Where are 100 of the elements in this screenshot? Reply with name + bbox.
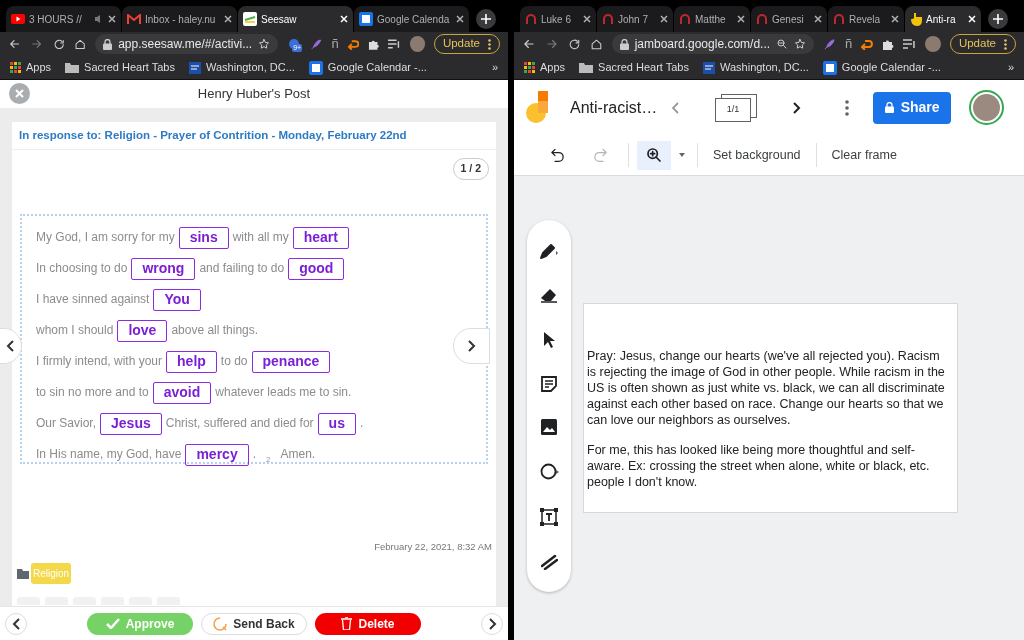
note-paragraph: Pray: Jesus, change our hearts (we've all rejected you). Racism is rejecting the image of God in other people. While racism in the US is often shown as just white vs. black, we can all discriminate against each other based on race. Change our hearts so that we can love our neighbors as ourselves. (587, 348, 946, 428)
browser-tab[interactable]: Seesaw (238, 6, 353, 32)
kebab-menu-icon (1004, 38, 1007, 50)
share-button[interactable]: Share (873, 91, 952, 124)
profile-avatar[interactable] (409, 36, 425, 52)
more-bookmarks[interactable]: » (1007, 59, 1014, 76)
back-icon[interactable] (8, 37, 22, 51)
jamboard-logo-icon (526, 91, 548, 124)
browser-tab[interactable]: 3 HOURS // (6, 6, 121, 32)
sticky-note[interactable] (583, 303, 958, 513)
forward-icon[interactable] (30, 37, 44, 51)
extension-glyph[interactable]: ñ (845, 34, 853, 54)
more-bookmarks[interactable]: » (491, 59, 498, 76)
star-icon[interactable] (258, 38, 271, 50)
close-icon[interactable] (737, 15, 745, 23)
browser-tab[interactable]: Google Calenda (354, 6, 469, 32)
browser-tab[interactable]: Inbox - haley.nu (122, 6, 237, 32)
caret-icon[interactable] (679, 153, 685, 157)
bookmark[interactable]: Washington, DC... (703, 59, 809, 76)
reload-icon[interactable] (52, 37, 65, 51)
playlist-icon[interactable] (903, 38, 916, 50)
new-tab-button[interactable] (988, 9, 1008, 29)
text-box-icon[interactable] (540, 507, 558, 526)
note-paragraph: For me, this has looked like being more thoughtful and self-aware. Ex: crossing the street when alone, white or black, etc. people I don't know. (587, 442, 931, 490)
reload-icon[interactable] (567, 37, 581, 51)
toolbar-action-button[interactable]: Set background (698, 145, 816, 165)
browser-tab[interactable]: Genesi (751, 6, 827, 32)
profile-avatar[interactable] (925, 36, 941, 52)
next-page-button[interactable] (453, 328, 490, 364)
playlist-icon[interactable] (388, 38, 401, 50)
arc-favicon-icon (602, 13, 614, 25)
tab-title: Revela (849, 12, 882, 27)
extension-glyph[interactable]: ñ (331, 34, 339, 54)
back-icon[interactable] (522, 37, 536, 51)
zoom-button[interactable] (637, 140, 671, 170)
chevron-left-icon[interactable] (671, 101, 680, 114)
home-icon[interactable] (589, 37, 603, 51)
tab-title: Seesaw (261, 12, 298, 27)
send-back-button[interactable]: Send Back (201, 612, 307, 635)
bookmark[interactable]: Sacred Heart Tabs (579, 59, 689, 76)
chevron-right-icon[interactable] (793, 101, 802, 114)
post-timestamp: February 22, 2021, 8:32 AM (374, 539, 492, 554)
apps-grid-icon (10, 62, 21, 73)
feather-icon[interactable] (823, 37, 836, 51)
close-icon[interactable] (660, 15, 668, 23)
browser-tab[interactable]: Luke 6 (520, 6, 596, 32)
undo-arrow-extension-icon[interactable] (347, 38, 360, 50)
answer-word-box: love (117, 319, 168, 342)
bookmark[interactable]: Apps (10, 59, 52, 76)
account-avatar[interactable] (969, 90, 1005, 125)
bookmark[interactable]: Google Calendar -... (308, 59, 427, 76)
delete-button[interactable]: Delete (315, 612, 421, 635)
bookmark[interactable]: Sacred Heart Tabs (65, 59, 175, 76)
answer-word-box: wrong (131, 257, 196, 280)
puzzle-icon[interactable] (882, 38, 895, 50)
chevron-right-icon (487, 617, 497, 630)
answer-word-box: penance (251, 350, 331, 373)
address-bar[interactable]: app.seesaw.me/#/activi... (95, 34, 279, 54)
worksheet-text: Our Savior, (36, 414, 97, 432)
close-icon[interactable] (456, 15, 464, 23)
newspaper-favicon-icon (703, 61, 715, 74)
home-icon[interactable] (73, 37, 87, 51)
browser-tab[interactable]: Anti-ra (905, 6, 981, 32)
tab-title: Google Calenda (377, 12, 451, 27)
more-options-icon[interactable] (845, 99, 850, 116)
worksheet-text: to do (220, 352, 248, 370)
sticky-note-icon[interactable] (541, 375, 557, 392)
bookmark[interactable]: Google Calendar -... (822, 59, 941, 76)
board-title[interactable]: Anti-racist… (570, 95, 658, 120)
browser-tab[interactable]: Matthe (674, 6, 750, 32)
close-icon[interactable] (224, 15, 232, 23)
pointer-icon[interactable] (542, 331, 556, 349)
browser-tab[interactable]: Revela (828, 6, 904, 32)
close-icon[interactable] (891, 15, 899, 23)
star-icon[interactable] (794, 38, 807, 50)
answer-word-box: heart (292, 226, 349, 249)
image-icon[interactable] (541, 419, 557, 436)
bookmark[interactable]: Apps (524, 59, 566, 76)
browser-tab[interactable]: John 7 (597, 6, 673, 32)
pen-icon[interactable] (539, 241, 559, 260)
laser-icon[interactable] (540, 553, 558, 571)
worksheet-text: I have sinned against (36, 290, 150, 308)
zoom-icon[interactable] (776, 38, 789, 50)
calendar-favicon-icon (359, 12, 373, 26)
close-icon[interactable] (814, 15, 822, 23)
prompt-link[interactable]: In response to: Religion - Prayer of Contrition - Monday, February 22nd (19, 126, 407, 145)
arc-favicon-icon (833, 13, 845, 25)
eraser-icon[interactable] (540, 287, 558, 304)
forward-icon[interactable] (544, 37, 559, 51)
puzzle-icon[interactable] (368, 38, 380, 50)
bookmark[interactable]: Washington, DC... (189, 59, 295, 76)
undo-icon[interactable] (550, 148, 565, 162)
address-bar[interactable]: jamboard.google.com/d... (611, 34, 815, 54)
close-icon[interactable] (108, 15, 116, 23)
undo-arrow-extension-icon[interactable] (861, 38, 874, 50)
close-icon[interactable] (583, 15, 591, 23)
toolbar-action-button[interactable]: Clear frame (816, 145, 912, 165)
new-tab-button[interactable] (476, 9, 496, 29)
feather-icon[interactable] (310, 37, 323, 51)
circle-icon[interactable] (539, 462, 559, 480)
